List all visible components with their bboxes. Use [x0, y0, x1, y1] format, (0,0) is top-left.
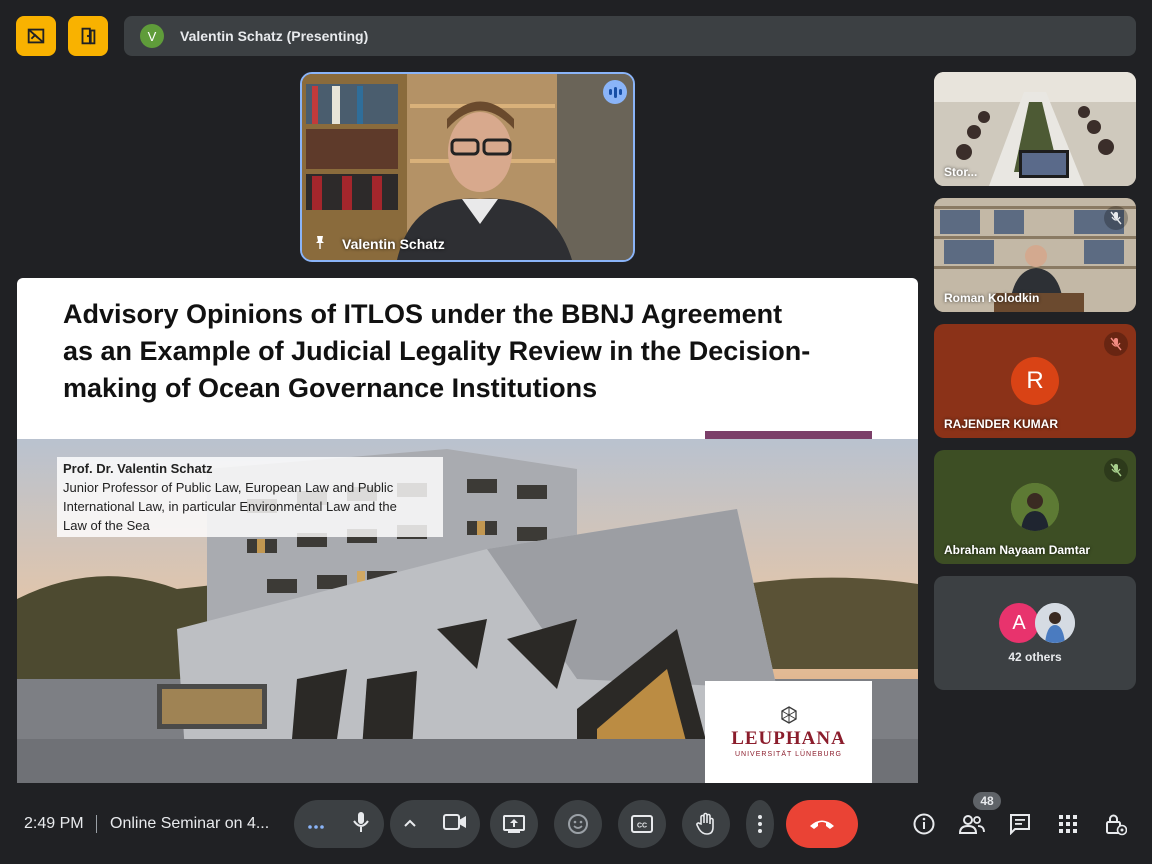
- presenter-video-feed: [302, 74, 633, 260]
- chevron-up-icon: [404, 819, 416, 827]
- author-desc-line-1: Junior Professor of Public Law, European…: [63, 480, 394, 495]
- participant-name: RAJENDER KUMAR: [944, 417, 1059, 431]
- captions-icon: CC: [631, 815, 653, 833]
- slide-accent-bar: [705, 431, 872, 439]
- mic-icon: [353, 811, 369, 832]
- camera-button[interactable]: [443, 813, 467, 836]
- presenting-banner: V Valentin Schatz (Presenting): [124, 16, 1136, 56]
- author-description: Junior Professor of Public Law, European…: [63, 478, 437, 535]
- divider: [96, 815, 97, 833]
- muted-mic-icon: [1104, 206, 1128, 230]
- author-desc-line-3: Law of the Sea: [63, 518, 150, 533]
- chat-button[interactable]: [1006, 810, 1034, 838]
- participant-name: Roman Kolodkin: [944, 291, 1040, 305]
- audio-options-button[interactable]: [307, 814, 325, 835]
- meeting-title: Online Seminar on 4...: [110, 815, 270, 832]
- slide-title: Advisory Opinions of ITLOS under the BBN…: [63, 296, 863, 407]
- presentation-slide: Advisory Opinions of ITLOS under the BBN…: [17, 278, 918, 783]
- participant-name: Stor...: [944, 165, 978, 179]
- raise-hand-button[interactable]: [682, 800, 730, 848]
- people-icon: [959, 815, 985, 834]
- no-visual-effects-icon: [27, 28, 45, 44]
- slide-title-line-1: Advisory Opinions of ITLOS under the BBN…: [63, 299, 783, 329]
- speaking-indicator-icon: [603, 80, 627, 104]
- host-controls-button[interactable]: [1102, 810, 1130, 838]
- campus-building-photo: Prof. Dr. Valentin Schatz Junior Profess…: [17, 439, 918, 783]
- video-options-button[interactable]: [403, 815, 417, 833]
- microphone-button[interactable]: [351, 811, 371, 838]
- meeting-details-button[interactable]: [910, 810, 938, 838]
- door-exit-icon: [81, 27, 96, 45]
- video-controls: [390, 800, 480, 848]
- leave-call-button[interactable]: [786, 800, 858, 848]
- chat-icon: [1010, 814, 1030, 835]
- captions-button[interactable]: CC: [618, 800, 666, 848]
- meeting-time: 2:49 PM: [24, 815, 84, 832]
- present-screen-button[interactable]: [490, 800, 538, 848]
- others-avatar: A: [999, 603, 1039, 643]
- reactions-button[interactable]: [554, 800, 602, 848]
- muted-mic-icon: [1104, 458, 1128, 482]
- more-options-button[interactable]: [746, 800, 774, 848]
- presenter-avatar: V: [140, 24, 164, 48]
- leave-call-shortcut-button[interactable]: [68, 16, 108, 56]
- slide-title-line-3: making of Ocean Governance Institutions: [63, 373, 598, 403]
- emoji-icon: [568, 814, 588, 834]
- logo-subtitle: UNIVERSITÄT LÜNEBURG: [735, 751, 842, 758]
- svg-text:CC: CC: [637, 823, 647, 830]
- others-photo-avatar: [1035, 603, 1075, 643]
- leuphana-emblem-icon: [780, 706, 797, 724]
- info-icon: [913, 813, 935, 835]
- activities-icon: [1059, 815, 1077, 833]
- visual-effects-off-button[interactable]: [16, 16, 56, 56]
- raise-hand-icon: [696, 812, 714, 835]
- author-name: Prof. Dr. Valentin Schatz: [63, 461, 213, 476]
- end-call-icon: [810, 820, 834, 829]
- leuphana-logo: LEUPHANA UNIVERSITÄT LÜNEBURG: [705, 681, 872, 783]
- activities-button[interactable]: [1054, 810, 1082, 838]
- participant-avatar: R: [1011, 357, 1059, 405]
- presenter-name: Valentin Schatz: [342, 236, 445, 252]
- participant-tile-roman[interactable]: Roman Kolodkin: [934, 198, 1136, 312]
- participant-photo-avatar: [1011, 483, 1059, 531]
- present-icon: [503, 815, 525, 833]
- presenting-label: Valentin Schatz (Presenting): [180, 28, 369, 44]
- others-tile[interactable]: A 42 others: [934, 576, 1136, 690]
- more-options-icon: [758, 815, 762, 833]
- camera-icon: [443, 813, 466, 830]
- logo-wordmark: LEUPHANA: [731, 728, 846, 749]
- participant-tile-rajender[interactable]: R RAJENDER KUMAR: [934, 324, 1136, 438]
- presenter-video-tile[interactable]: Valentin Schatz: [300, 72, 635, 262]
- audio-controls: [294, 800, 384, 848]
- participant-tile-abraham[interactable]: Abraham Nayaam Damtar: [934, 450, 1136, 564]
- author-desc-line-2: International Law, in particular Environ…: [63, 499, 397, 514]
- muted-mic-icon: [1104, 332, 1128, 356]
- participant-name: Abraham Nayaam Damtar: [944, 543, 1091, 557]
- author-caption: Prof. Dr. Valentin Schatz Junior Profess…: [57, 457, 443, 537]
- others-count-label: 42 others: [1008, 650, 1062, 664]
- people-button[interactable]: [958, 810, 986, 838]
- participant-tile-room[interactable]: Stor...: [934, 72, 1136, 186]
- slide-title-line-2: as an Example of Judicial Legality Revie…: [63, 336, 811, 366]
- host-controls-icon: [1106, 814, 1127, 836]
- pin-icon[interactable]: [312, 234, 328, 250]
- participant-count-badge: 48: [973, 792, 1001, 810]
- more-horiz-icon: [308, 824, 324, 829]
